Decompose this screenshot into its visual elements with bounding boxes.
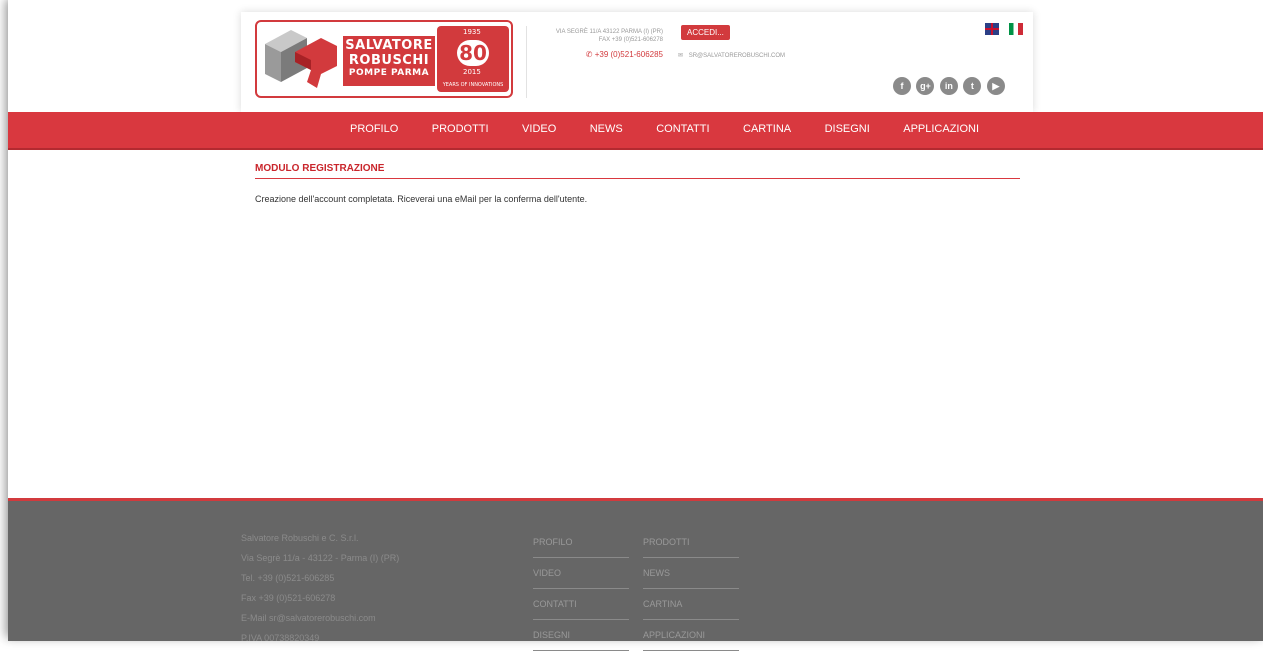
nav-item-news[interactable]: NEWS	[590, 112, 623, 147]
footer: Salvatore Robuschi e C. S.r.l. Via Segrè…	[8, 498, 1263, 651]
logo-line1: SALVATORE	[345, 38, 433, 53]
title-divider	[255, 178, 1020, 179]
company-logo[interactable]: SALVATORE ROBUSCHI POMPE PARMA 1935 80 2…	[255, 20, 513, 98]
nav-item-profilo[interactable]: PROFILO	[350, 112, 398, 147]
logo-mark-icon	[265, 30, 337, 88]
footer-company-info: Salvatore Robuschi e C. S.r.l. Via Segrè…	[241, 528, 399, 648]
facebook-icon[interactable]: f	[893, 77, 911, 95]
envelope-icon: ✉	[678, 53, 684, 59]
footer-email[interactable]: E-Mail sr@salvatorerobuschi.com	[241, 608, 399, 628]
linkedin-icon[interactable]: in	[939, 77, 958, 95]
footer-company-name: Salvatore Robuschi e C. S.r.l.	[241, 533, 359, 543]
footer-link-applicazioni[interactable]: APPLICAZIONI	[643, 622, 739, 651]
badge-tagline: YEARS OF INNOVATIONS	[442, 82, 504, 88]
badge-year-start: 1935	[463, 28, 481, 36]
footer-link-cartina[interactable]: CARTINA	[643, 591, 739, 620]
header-address: VIA SEGRÈ 11/A 43122 PARMA (I) (PR)	[555, 29, 663, 35]
nav-item-prodotti[interactable]: PRODOTTI	[432, 112, 489, 147]
nav-item-disegni[interactable]: DISEGNI	[825, 112, 870, 147]
page-title: MODULO REGISTRAZIONE	[255, 163, 385, 174]
badge-year-end: 2015	[463, 68, 481, 76]
header-address-block: VIA SEGRÈ 11/A 43122 PARMA (I) (PR) FAX …	[533, 28, 663, 44]
badge-number: 80	[457, 40, 489, 66]
nav-item-cartina[interactable]: CARTINA	[743, 112, 791, 147]
footer-links: PROFILO PRODOTTI VIDEO NEWS CONTATTI CAR…	[533, 529, 743, 653]
footer-vat: P.IVA 00738820349	[241, 633, 320, 643]
logo-line3: POMPE PARMA	[348, 68, 430, 78]
language-switcher	[979, 23, 1024, 41]
header-fax: FAX +39 (0)521-606278	[598, 37, 663, 43]
header-phone-number: +39 (0)521-606285	[594, 50, 663, 59]
login-button[interactable]: ACCEDI...	[681, 25, 730, 40]
header-divider	[526, 26, 527, 98]
google-plus-icon[interactable]: g+	[916, 77, 935, 95]
youtube-icon[interactable]: ▶	[986, 77, 1005, 95]
social-links: f g+ in t ▶	[893, 76, 1006, 95]
footer-link-profilo[interactable]: PROFILO	[533, 529, 629, 558]
confirmation-message: Creazione dell'account completata. Ricev…	[255, 194, 588, 204]
uk-flag-icon[interactable]	[985, 23, 999, 35]
nav-item-contatti[interactable]: CONTATTI	[656, 112, 709, 147]
footer-link-news[interactable]: NEWS	[643, 560, 739, 589]
twitter-icon[interactable]: t	[963, 77, 982, 95]
footer-link-contatti[interactable]: CONTATTI	[533, 591, 629, 620]
main-nav: PROFILO PRODOTTI VIDEO NEWS CONTATTI CAR…	[8, 112, 1263, 150]
phone-icon: ✆	[585, 50, 593, 59]
nav-item-video[interactable]: VIDEO	[522, 112, 556, 147]
logo-line2: ROBUSCHI	[348, 53, 430, 68]
footer-link-video[interactable]: VIDEO	[533, 560, 629, 589]
footer-link-prodotti[interactable]: PRODOTTI	[643, 529, 739, 558]
header-phone[interactable]: ✆ +39 (0)521-606285	[533, 50, 663, 59]
anniversary-badge: 1935 80 2015 YEARS OF INNOVATIONS	[437, 26, 509, 92]
header-email[interactable]: ✉ SR@SALVATOREROBUSCHI.COM	[678, 52, 785, 59]
header-email-address: SR@SALVATOREROBUSCHI.COM	[688, 53, 786, 59]
footer-tel: Tel. +39 (0)521-606285	[241, 573, 335, 583]
header: SALVATORE ROBUSCHI POMPE PARMA 1935 80 2…	[241, 12, 1033, 112]
footer-link-disegni[interactable]: DISEGNI	[533, 622, 629, 651]
nav-item-applicazioni[interactable]: APPLICAZIONI	[903, 112, 979, 147]
italy-flag-icon[interactable]	[1009, 23, 1024, 35]
logo-wordmark: SALVATORE ROBUSCHI POMPE PARMA	[343, 36, 435, 86]
footer-address: Via Segrè 11/a - 43122 - Parma (I) (PR)	[241, 553, 400, 563]
nav-items: PROFILO PRODOTTI VIDEO NEWS CONTATTI CAR…	[350, 112, 1008, 148]
footer-fax: Fax +39 (0)521-606278	[241, 593, 336, 603]
